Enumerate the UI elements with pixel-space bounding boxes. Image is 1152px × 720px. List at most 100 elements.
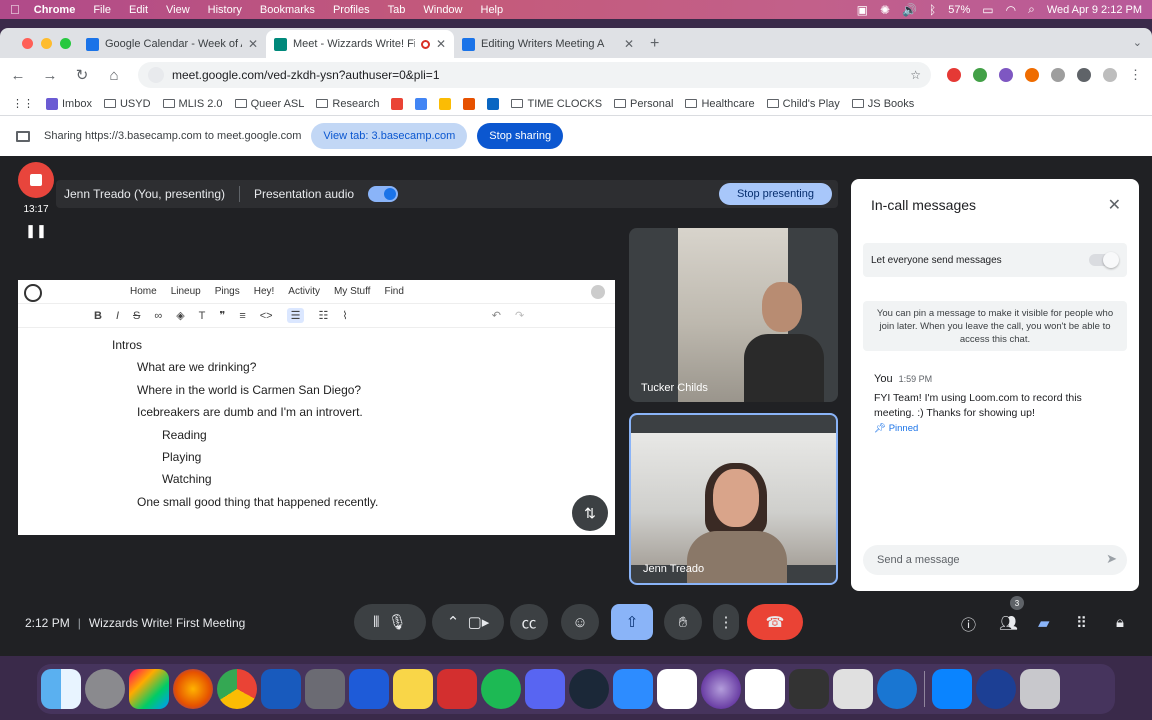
raise-hand-button[interactable]: ✋︎ xyxy=(664,604,702,640)
menubar-clock[interactable]: Wed Apr 9 2:12 PM xyxy=(1047,4,1142,16)
app-icon[interactable] xyxy=(701,669,741,709)
more-options-button[interactable]: ⋮ xyxy=(713,604,739,640)
back-icon[interactable]: ← xyxy=(10,67,26,84)
close-tab-icon[interactable]: ✕ xyxy=(248,37,258,51)
menu-view[interactable]: View xyxy=(166,4,190,16)
word-icon[interactable] xyxy=(261,669,301,709)
extension-icon[interactable] xyxy=(999,68,1013,82)
menu-bookmarks[interactable]: Bookmarks xyxy=(260,4,315,16)
host-controls-icon[interactable]: 🔒︎ xyxy=(1116,614,1124,631)
bookmark-healthcare[interactable]: Healthcare xyxy=(685,98,755,110)
send-icon[interactable]: ➤ xyxy=(1106,551,1117,567)
menu-edit[interactable]: Edit xyxy=(129,4,148,16)
scroll-toggle-button[interactable]: ⇅ xyxy=(572,495,608,531)
menu-profiles[interactable]: Profiles xyxy=(333,4,370,16)
battery-icon[interactable]: ▭ xyxy=(982,3,993,17)
extension-icon[interactable] xyxy=(1051,68,1065,82)
apple-icon[interactable]:  xyxy=(10,2,20,17)
wifi-icon[interactable]: ◠ xyxy=(1006,3,1016,17)
menu-app-name[interactable]: Chrome xyxy=(34,4,76,16)
bookmark-drive[interactable] xyxy=(439,97,452,110)
info-icon[interactable]: ⓘ xyxy=(961,614,976,635)
home-icon[interactable]: ⌂ xyxy=(106,67,122,84)
gear-icon[interactable]: ✺ xyxy=(880,3,890,17)
teams-icon[interactable] xyxy=(349,669,389,709)
present-button[interactable]: ⇧ xyxy=(611,604,653,640)
tab-editing-writers[interactable]: Editing Writers Meeting A ✕ xyxy=(454,30,642,58)
extension-icon[interactable] xyxy=(1025,68,1039,82)
pinwheel-icon[interactable] xyxy=(657,669,697,709)
loom-stop-button[interactable] xyxy=(18,162,54,198)
minimize-window-icon[interactable] xyxy=(41,38,52,49)
menu-tab[interactable]: Tab xyxy=(388,4,406,16)
app-icon[interactable] xyxy=(877,669,917,709)
bookmark-linkedin[interactable] xyxy=(487,97,500,110)
close-window-icon[interactable] xyxy=(22,38,33,49)
stop-sharing-button[interactable]: Stop sharing xyxy=(477,123,564,149)
menu-history[interactable]: History xyxy=(208,4,242,16)
firefox-icon[interactable] xyxy=(173,669,213,709)
search-icon[interactable]: ⌕ xyxy=(1028,2,1035,17)
extension-icon[interactable] xyxy=(973,68,987,82)
app-icon[interactable] xyxy=(976,669,1016,709)
script-editor-icon[interactable] xyxy=(305,669,345,709)
address-bar[interactable]: meet.google.com/ved-zkdh-ysn?authuser=0&… xyxy=(138,62,931,88)
bookmark-queer-asl[interactable]: Queer ASL xyxy=(234,98,304,110)
bookmark-star-icon[interactable]: ☆ xyxy=(910,68,921,82)
close-tab-icon[interactable]: ✕ xyxy=(436,37,446,51)
bookmark-personal[interactable]: Personal xyxy=(614,98,673,110)
bookmark-calendar[interactable] xyxy=(415,97,428,110)
close-icon[interactable]: ✕ xyxy=(1108,195,1121,215)
captions-button[interactable]: ㏄ xyxy=(510,604,548,640)
extension-icon[interactable] xyxy=(947,68,961,82)
leave-call-button[interactable]: ☎︎ xyxy=(747,604,803,640)
pause-icon[interactable]: ❚❚ xyxy=(16,223,56,239)
view-tab-button[interactable]: View tab: 3.basecamp.com xyxy=(311,123,468,149)
close-tab-icon[interactable]: ✕ xyxy=(624,37,634,51)
spotify-icon[interactable] xyxy=(481,669,521,709)
chrome-icon[interactable] xyxy=(217,669,257,709)
camera-button[interactable]: ⌃ ▢▸ xyxy=(432,604,504,640)
reactions-button[interactable]: ☺ xyxy=(561,604,599,640)
steam-icon[interactable] xyxy=(569,669,609,709)
bookmark-app[interactable] xyxy=(463,97,476,110)
profile-avatar[interactable] xyxy=(1103,68,1117,82)
volume-icon[interactable]: 🔊 xyxy=(902,3,917,17)
bookmark-childs-play[interactable]: Child's Play xyxy=(766,98,840,110)
bookmark-mlis[interactable]: MLIS 2.0 xyxy=(162,98,223,110)
participant-tile[interactable]: Tucker Childs xyxy=(629,228,838,402)
more-menu-icon[interactable]: ⋮ xyxy=(1129,67,1142,83)
tab-meet[interactable]: Meet - Wizzards Write! Fi ✕ xyxy=(266,30,454,58)
puzzle-icon[interactable] xyxy=(1077,68,1091,82)
forward-icon[interactable]: → xyxy=(42,67,58,84)
microphone-button[interactable]: ⫴ 🎙︎ xyxy=(354,604,426,640)
new-tab-icon[interactable]: + xyxy=(650,30,659,58)
apps-grid-icon[interactable]: ⋮⋮ xyxy=(12,97,34,110)
bookmark-js-books[interactable]: JS Books xyxy=(851,98,914,110)
trash-icon[interactable] xyxy=(1020,669,1060,709)
bookmark-imbox[interactable]: Imbox xyxy=(46,97,92,110)
discord-icon[interactable] xyxy=(525,669,565,709)
acrobat-icon[interactable] xyxy=(437,669,477,709)
message-input[interactable]: Send a message ➤ xyxy=(863,545,1127,575)
notes-icon[interactable] xyxy=(393,669,433,709)
screen-record-icon[interactable]: ▣ xyxy=(857,3,868,17)
calculator-icon[interactable] xyxy=(789,669,829,709)
pinned-label[interactable]: 📌︎ Pinned xyxy=(874,423,918,434)
launchpad-icon[interactable] xyxy=(129,669,169,709)
chevron-down-icon[interactable]: ⌄ xyxy=(1133,36,1142,49)
menu-file[interactable]: File xyxy=(93,4,111,16)
iphone-mirroring-icon[interactable] xyxy=(833,669,873,709)
bookmark-usyd[interactable]: USYD xyxy=(103,98,151,110)
system-settings-icon[interactable] xyxy=(85,669,125,709)
chat-icon[interactable]: ▰ xyxy=(1038,614,1050,632)
menu-window[interactable]: Window xyxy=(423,4,462,16)
menu-help[interactable]: Help xyxy=(481,4,504,16)
stop-presenting-button[interactable]: Stop presenting xyxy=(718,183,832,205)
bluetooth-icon[interactable]: ᛒ xyxy=(929,3,936,17)
reload-icon[interactable]: ↻ xyxy=(74,66,90,84)
presentation-audio-toggle[interactable] xyxy=(368,186,399,202)
bookmark-time-clocks[interactable]: TIME CLOCKS xyxy=(511,98,602,110)
finder-icon[interactable] xyxy=(41,669,81,709)
activities-icon[interactable]: ⠿ xyxy=(1076,614,1087,632)
